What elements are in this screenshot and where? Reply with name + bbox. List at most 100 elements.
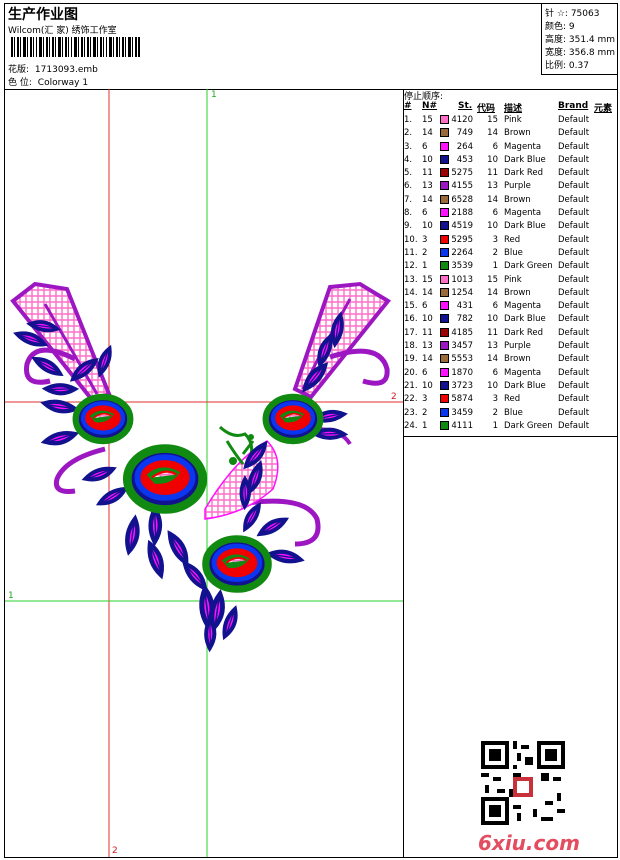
guide-v1-label: 1	[211, 90, 217, 100]
row-index: 5.	[404, 168, 413, 179]
row-description: Purple	[504, 181, 531, 192]
row-stitches: 2188	[451, 208, 473, 219]
row-index: 20.	[404, 367, 418, 378]
color-swatch	[440, 128, 449, 138]
row-stitches: 3539	[451, 261, 473, 272]
sequence-row: 10. 3 5295 3 Red Default	[404, 234, 617, 247]
row-needle: 10	[422, 154, 433, 165]
color-swatch	[440, 181, 449, 191]
color-swatch	[440, 247, 449, 257]
col-index: #	[404, 101, 412, 111]
sequence-row: 14. 14 1254 14 Brown Default	[404, 287, 617, 300]
sequence-row: 15. 6 431 6 Magenta Default	[404, 300, 617, 313]
row-needle: 3	[422, 234, 428, 245]
row-index: 17.	[404, 327, 418, 338]
row-brand: Default	[558, 420, 590, 431]
col-needle: N#	[422, 101, 438, 111]
company-name: Wilcom(汇 家) 绣饰工作室	[8, 26, 117, 36]
row-index: 14.	[404, 287, 418, 298]
color-swatch	[440, 274, 449, 284]
colorway-label: 色 位:	[8, 78, 32, 88]
row-brand: Default	[558, 154, 590, 165]
row-index: 7.	[404, 194, 413, 205]
row-brand: Default	[558, 341, 590, 352]
row-stitches: 749	[456, 128, 473, 139]
row-needle: 1	[422, 261, 428, 272]
row-stitches: 431	[456, 301, 473, 312]
row-index: 19.	[404, 354, 418, 365]
row-brand: Default	[558, 367, 590, 378]
col-element: 元素	[594, 104, 613, 114]
row-brand: Default	[558, 128, 590, 139]
sequence-row: 21. 10 3723 10 Dark Blue Default	[404, 380, 617, 393]
row-description: Brown	[504, 287, 531, 298]
row-index: 18.	[404, 341, 418, 352]
row-description: Blue	[504, 407, 523, 418]
row-brand: Default	[558, 141, 590, 152]
row-code: 6	[492, 367, 498, 378]
row-description: Magenta	[504, 141, 542, 152]
color-swatch	[440, 407, 449, 417]
panel-divider	[404, 436, 617, 437]
row-description: Dark Green	[504, 261, 553, 272]
row-code: 1	[492, 420, 498, 431]
col-code: 代码	[477, 104, 496, 114]
production-sheet: 生产作业图 Wilcom(汇 家) 绣饰工作室 花版: 1713093.emb …	[4, 3, 618, 858]
row-stitches: 1013	[451, 274, 473, 285]
row-code: 10	[487, 154, 498, 165]
color-swatch	[440, 394, 449, 404]
row-index: 15.	[404, 301, 418, 312]
colorway-row: 色 位: Colorway 1	[8, 75, 88, 88]
color-swatch	[440, 234, 449, 244]
row-stitches: 782	[456, 314, 473, 325]
row-needle: 14	[422, 194, 433, 205]
row-index: 23.	[404, 407, 418, 418]
design-scale: 比例: 0.37	[545, 61, 589, 71]
row-description: Pink	[504, 115, 522, 125]
row-stitches: 5275	[451, 168, 473, 179]
row-index: 12.	[404, 261, 418, 272]
row-stitches: 4111	[451, 420, 473, 431]
row-needle: 11	[422, 168, 433, 179]
row-code: 15	[487, 274, 498, 285]
sequence-row: 5. 11 5275 11 Dark Red Default	[404, 167, 617, 180]
row-code: 1	[492, 261, 498, 272]
row-description: Dark Blue	[504, 154, 546, 165]
color-swatch	[440, 115, 449, 124]
row-stitches: 4120	[451, 115, 473, 125]
row-needle: 14	[422, 287, 433, 298]
row-description: Dark Blue	[504, 380, 546, 391]
qr-code-icon	[481, 741, 565, 825]
sequence-row: 13. 15 1013 15 Pink Default	[404, 274, 617, 287]
row-brand: Default	[558, 208, 590, 219]
row-code: 10	[487, 380, 498, 391]
sequence-row: 3. 6 264 6 Magenta Default	[404, 141, 617, 154]
row-code: 6	[492, 301, 498, 312]
row-index: 24.	[404, 420, 418, 431]
row-stitches: 4519	[451, 221, 473, 232]
guide-h1-label: 1	[8, 591, 14, 601]
stop-sequence-panel: 停止顺序: # N# St. 代码 描述 Brand 元素 1. 15 4120 15…	[404, 89, 617, 857]
row-brand: Default	[558, 221, 590, 232]
sequence-row: 20. 6 1870 6 Magenta Default	[404, 367, 617, 380]
row-brand: Default	[558, 181, 590, 192]
row-code: 11	[487, 327, 498, 338]
row-stitches: 3457	[451, 341, 473, 352]
guide-v2-label: 2	[112, 846, 118, 856]
row-code: 14	[487, 287, 498, 298]
design-file-row: 花版: 1713093.emb	[8, 62, 98, 75]
row-needle: 2	[422, 247, 428, 258]
row-stitches: 4185	[451, 327, 473, 338]
row-index: 2.	[404, 128, 413, 139]
color-swatch	[440, 154, 449, 164]
color-count: 颜色: 9	[545, 22, 575, 32]
row-description: Blue	[504, 247, 523, 258]
row-code: 2	[492, 247, 498, 258]
page-title: 生产作业图	[8, 7, 78, 23]
color-swatch	[440, 327, 449, 337]
row-code: 13	[487, 181, 498, 192]
row-index: 22.	[404, 394, 418, 405]
row-code: 14	[487, 194, 498, 205]
row-code: 3	[492, 234, 498, 245]
row-brand: Default	[558, 261, 590, 272]
